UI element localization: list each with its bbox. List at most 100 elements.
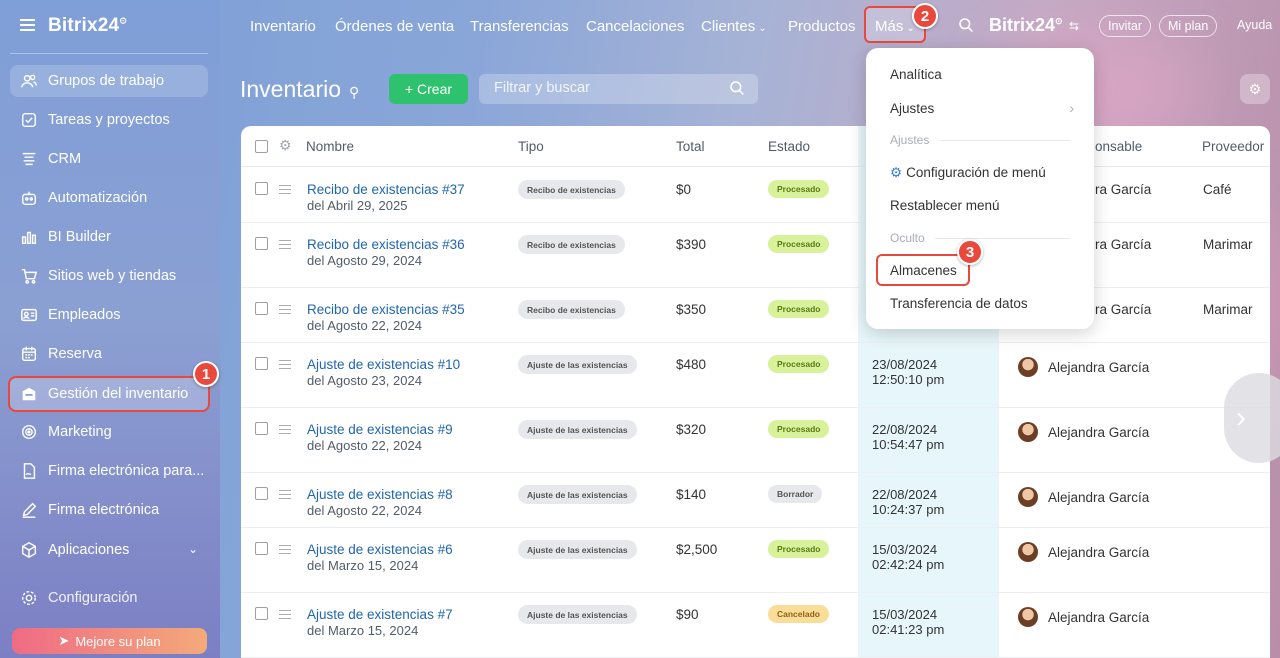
- document-link[interactable]: Ajuste de existencias #7: [307, 607, 453, 622]
- table-row[interactable]: Recibo de existencias #37 del Abril 29, 2…: [241, 168, 1270, 223]
- row-checkbox[interactable]: [255, 487, 268, 500]
- automation-icon: [10, 189, 48, 207]
- row-checkbox[interactable]: [255, 422, 268, 435]
- nav-transferencias[interactable]: Transferencias: [470, 18, 569, 35]
- table-row[interactable]: Recibo de existencias #35 del Agosto 22, …: [241, 288, 1270, 343]
- sidebar-item-firma[interactable]: Firma electrónica: [10, 494, 208, 526]
- menu-item-config-menu[interactable]: ⚙ Configuración de menú: [890, 165, 1046, 181]
- col-responsable[interactable]: onsable: [1095, 139, 1142, 154]
- search-icon[interactable]: [958, 17, 974, 38]
- swap-icon[interactable]: ⇆: [1069, 19, 1079, 33]
- drag-handle-icon[interactable]: [279, 545, 291, 554]
- search-input[interactable]: Filtrar y buscar: [479, 74, 758, 104]
- col-tipo[interactable]: Tipo: [518, 139, 544, 154]
- menu-item-ajustes[interactable]: Ajustes ›: [890, 101, 1074, 116]
- table-row[interactable]: Ajuste de existencias #6 del Marzo 15, 20…: [241, 528, 1270, 593]
- document-link[interactable]: Recibo de existencias #36: [307, 237, 465, 252]
- responsible-cell[interactable]: ra García: [1095, 302, 1151, 317]
- row-checkbox[interactable]: [255, 607, 268, 620]
- table-row[interactable]: Ajuste de existencias #8 del Agosto 22, 2…: [241, 473, 1270, 528]
- next-page-button[interactable]: ›: [1224, 373, 1280, 463]
- drag-handle-icon[interactable]: [279, 610, 291, 619]
- invite-button[interactable]: Invitar: [1099, 15, 1152, 37]
- drag-handle-icon[interactable]: [279, 360, 291, 369]
- sidebar-item-grupos[interactable]: Grupos de trabajo: [10, 65, 208, 97]
- sidebar-item-marketing[interactable]: Marketing: [10, 416, 208, 448]
- create-button[interactable]: + Crear: [389, 74, 468, 104]
- sidebar-item-label: Configuración: [48, 590, 138, 606]
- row-checkbox[interactable]: [255, 542, 268, 555]
- menu-burger-icon[interactable]: [20, 19, 35, 31]
- col-estado[interactable]: Estado: [768, 139, 810, 154]
- menu-item-label: Ajustes: [890, 101, 935, 116]
- table-row[interactable]: Ajuste de existencias #7 del Marzo 15, 20…: [241, 593, 1270, 658]
- provider-value: Marimar: [1203, 237, 1253, 252]
- sidebar-item-aplicaciones[interactable]: Aplicaciones ⌄: [10, 534, 208, 566]
- nav-ordenes-venta[interactable]: Órdenes de venta: [335, 18, 454, 35]
- nav-inventario[interactable]: Inventario: [250, 18, 316, 35]
- help-button[interactable]: Ayuda: [1237, 18, 1272, 32]
- upgrade-plan-button[interactable]: ➤ Mejore su plan: [12, 628, 207, 654]
- table-row[interactable]: Ajuste de existencias #9 del Agosto 22, 2…: [241, 408, 1270, 473]
- drag-handle-icon[interactable]: [279, 305, 291, 314]
- brand-logo-header[interactable]: Bitrix24⊙: [989, 15, 1063, 36]
- sidebar-item-sitios[interactable]: Sitios web y tiendas: [10, 260, 208, 292]
- status-badge: Borrador: [768, 485, 823, 503]
- settings-gear-button[interactable]: ⚙: [1240, 74, 1270, 104]
- sidebar-item-automatizacion[interactable]: Automatización: [10, 182, 208, 214]
- drag-handle-icon[interactable]: [279, 185, 291, 194]
- sidebar-item-bi-builder[interactable]: BI Builder: [10, 221, 208, 253]
- select-all-checkbox[interactable]: [255, 140, 268, 153]
- menu-item-analitica[interactable]: Analítica: [890, 67, 942, 82]
- document-link[interactable]: Ajuste de existencias #9: [307, 422, 453, 437]
- responsible-cell[interactable]: Alejandra García: [1018, 487, 1149, 507]
- drag-handle-icon[interactable]: [279, 240, 291, 249]
- document-link[interactable]: Ajuste de existencias #8: [307, 487, 453, 502]
- table-row[interactable]: Ajuste de existencias #10 del Agosto 23, …: [241, 343, 1270, 408]
- responsible-cell[interactable]: Alejandra García: [1018, 357, 1149, 377]
- top-navigation: Inventario Órdenes de venta Transferenci…: [220, 0, 1280, 52]
- table-row[interactable]: Recibo de existencias #36 del Agosto 29, …: [241, 223, 1270, 288]
- sidebar-item-reserva[interactable]: Reserva: [10, 338, 208, 370]
- menu-item-transferencia[interactable]: Transferencia de datos: [890, 296, 1028, 311]
- nav-productos[interactable]: Productos: [788, 18, 856, 35]
- responsible-cell[interactable]: ra García: [1095, 237, 1151, 252]
- menu-item-restablecer[interactable]: Restablecer menú: [890, 198, 1000, 213]
- date-value: 22/08/2024 10:24:37 pm: [872, 487, 945, 517]
- responsible-cell[interactable]: ra García: [1095, 182, 1151, 197]
- callout-badge-1: 1: [193, 361, 219, 387]
- sidebar-item-empleados[interactable]: Empleados: [10, 299, 208, 331]
- search-placeholder: Filtrar y buscar: [494, 80, 590, 96]
- col-nombre[interactable]: Nombre: [306, 139, 354, 154]
- nav-clientes[interactable]: Clientes ⌄: [701, 18, 767, 35]
- document-link[interactable]: Recibo de existencias #35: [307, 302, 465, 317]
- document-date: del Marzo 15, 2024: [307, 558, 419, 573]
- drag-handle-icon[interactable]: [279, 425, 291, 434]
- responsible-cell[interactable]: Alejandra García: [1018, 422, 1149, 442]
- sidebar-item-label: Aplicaciones: [48, 542, 130, 558]
- sidebar-item-firma-para[interactable]: Firma electrónica para...: [10, 455, 208, 487]
- document-link[interactable]: Recibo de existencias #37: [307, 182, 465, 197]
- sidebar-item-configuracion[interactable]: Configuración: [10, 582, 208, 614]
- sidebar-item-tareas[interactable]: Tareas y proyectos: [10, 104, 208, 136]
- row-checkbox[interactable]: [255, 237, 268, 250]
- column-settings-gear-icon[interactable]: ⚙: [279, 137, 292, 154]
- drag-handle-icon[interactable]: [279, 490, 291, 499]
- document-link[interactable]: Ajuste de existencias #6: [307, 542, 453, 557]
- sidebar-item-gestion-inventario[interactable]: Gestión del inventario: [8, 376, 210, 412]
- row-checkbox[interactable]: [255, 302, 268, 315]
- nav-cancelaciones[interactable]: Cancelaciones: [586, 18, 684, 35]
- sidebar-item-crm[interactable]: CRM: [10, 143, 208, 175]
- row-checkbox[interactable]: [255, 357, 268, 370]
- row-checkbox[interactable]: [255, 182, 268, 195]
- col-total[interactable]: Total: [676, 139, 705, 154]
- avatar: [1018, 487, 1038, 507]
- sidebar-item-label: Tareas y proyectos: [48, 112, 170, 128]
- responsible-cell[interactable]: Alejandra García: [1018, 607, 1149, 627]
- document-link[interactable]: Ajuste de existencias #10: [307, 357, 460, 372]
- col-proveedor[interactable]: Proveedor: [1202, 139, 1264, 154]
- my-plan-button[interactable]: Mi plan: [1159, 15, 1218, 37]
- brand-logo[interactable]: Bitrix24⊙: [48, 15, 127, 37]
- responsible-cell[interactable]: Alejandra García: [1018, 542, 1149, 562]
- pin-icon[interactable]: ⚲: [349, 84, 359, 101]
